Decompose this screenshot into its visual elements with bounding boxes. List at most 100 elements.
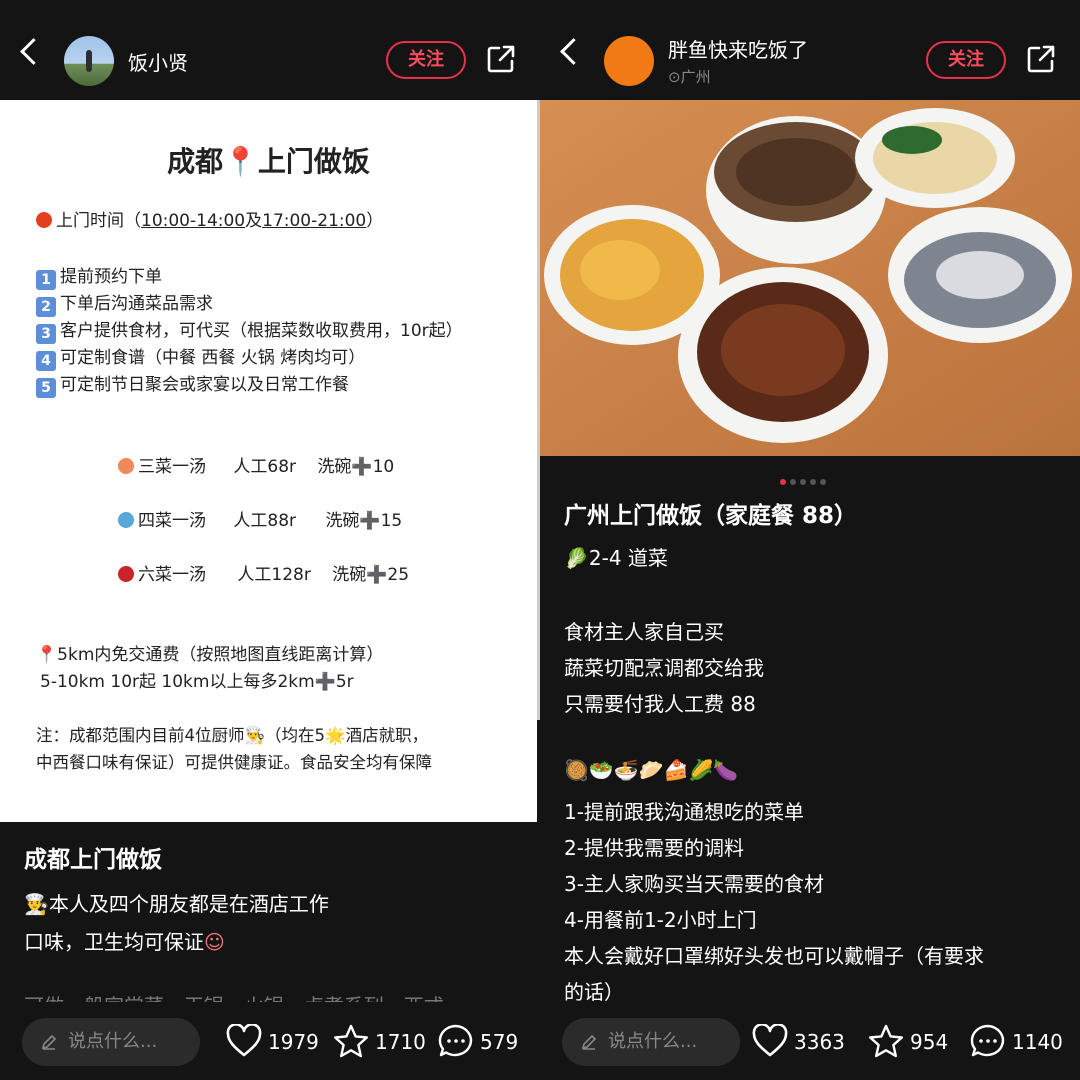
- share-icon[interactable]: [486, 44, 516, 74]
- comment-count: 1140: [1012, 1030, 1063, 1054]
- comment-input[interactable]: 说点什么...: [22, 1018, 200, 1066]
- pin-icon: 📍: [36, 645, 58, 665]
- caption-line: 口味，卫生均可保证☺: [24, 926, 225, 955]
- fish-icon: [118, 512, 134, 528]
- left-post-panel: 饭小贤 关注 成都📍上门做饭 上门时间（10:00-14:00及17:00-21…: [0, 0, 540, 1080]
- follow-button[interactable]: 关注: [386, 41, 466, 79]
- caption-text: 口味，卫生均可保证: [24, 930, 204, 954]
- keycap-1-icon: 1: [36, 270, 56, 290]
- comment-placeholder: 说点什么...: [608, 1031, 698, 1052]
- like-count: 3363: [794, 1030, 845, 1054]
- package-name: 三菜一汤: [138, 457, 206, 477]
- info-poster-image: 成都📍上门做饭 上门时间（10:00-14:00及17:00-21:00） 1提…: [0, 100, 537, 822]
- comment-button[interactable]: 1140: [970, 1022, 1070, 1062]
- step-line: 本人会戴好口罩绑好头发也可以戴帽子（有要求: [564, 944, 984, 968]
- step-line: 2-提供我需要的调料: [564, 836, 744, 860]
- avatar[interactable]: [64, 36, 114, 86]
- comment-count: 579: [480, 1030, 519, 1054]
- leafy-green-icon: 🥬: [564, 546, 589, 570]
- heart-icon: [752, 1024, 788, 1057]
- back-icon[interactable]: [560, 38, 587, 65]
- pencil-icon: [41, 1034, 57, 1050]
- username[interactable]: 饭小贤: [128, 47, 188, 76]
- hours-mid: 及: [245, 211, 263, 231]
- carousel-dot[interactable]: [780, 479, 786, 485]
- star-icon: [869, 1024, 903, 1058]
- keycap-2-icon: 2: [36, 297, 56, 317]
- step-item: 2 下单后沟通菜品需求: [36, 289, 213, 317]
- comment-placeholder: 说点什么...: [68, 1031, 158, 1052]
- dishes-line: 🥬2-4 道菜: [564, 542, 668, 571]
- right-post-panel: 胖鱼快来吃饭了 ⊙广州 关注 广州上门做饭（家庭餐 88） 🥬2-4 道菜 食材…: [540, 0, 1080, 1080]
- step-item: 5 可定制节日聚会或家宴以及日常工作餐: [36, 370, 349, 398]
- meat-icon: [118, 566, 134, 582]
- hours-prefix: 上门时间（: [56, 211, 141, 231]
- hours-lunch: 10:00-14:00: [141, 211, 246, 231]
- carousel-dot[interactable]: [800, 479, 806, 485]
- keycap-5-icon: 5: [36, 378, 56, 398]
- step-item: 3 客户提供食材，可代买（根据菜数收取费用，10r起）: [36, 316, 463, 344]
- note-line: 中西餐口味有保证）可提供健康证。食品安全均有保障: [36, 753, 432, 772]
- carousel-dot[interactable]: [790, 479, 796, 485]
- package-labor: 人工88r: [233, 511, 297, 531]
- header-bar: 胖鱼快来吃饭了 ⊙广州 关注: [540, 0, 1080, 100]
- service-hours: 上门时间（10:00-14:00及17:00-21:00）: [36, 206, 383, 231]
- food-photo[interactable]: [540, 100, 1080, 456]
- back-icon[interactable]: [20, 38, 47, 65]
- carousel-dot[interactable]: [810, 479, 816, 485]
- package-row: 四菜一汤 人工88r 洗碗➕15: [118, 506, 402, 531]
- step-line: 1-提前跟我沟通想吃的菜单: [564, 800, 804, 824]
- step-line: 3-主人家购买当天需要的食材: [564, 872, 824, 896]
- step-text: 下单后沟通菜品需求: [60, 294, 213, 314]
- location-text: 广州: [680, 68, 711, 86]
- travel-fee-line: 5-10km 10r起 10km以上每多2km➕5r: [40, 672, 354, 692]
- location-label: ⊙广州: [668, 66, 711, 87]
- carousel-indicator: [780, 470, 840, 485]
- caption-text: 本人及四个朋友都是在酒店工作: [48, 892, 329, 916]
- step-text: 可定制节日聚会或家宴以及日常工作餐: [60, 375, 349, 395]
- collect-count: 1710: [375, 1030, 426, 1054]
- step-item: 1 提前预约下单: [36, 262, 162, 290]
- step-text: 可定制食谱（中餐 西餐 火锅 烤肉均可）: [60, 348, 366, 368]
- comment-icon: [970, 1024, 1005, 1057]
- post-title: 成都上门做饭: [24, 847, 162, 873]
- poster-title: 成都📍上门做饭: [167, 145, 370, 178]
- shrimp-icon: [118, 458, 134, 474]
- header-bar: 饭小贤 关注: [0, 0, 540, 100]
- comment-input[interactable]: 说点什么...: [562, 1018, 740, 1066]
- body-line: 只需要付我人工费 88: [564, 692, 756, 716]
- carousel-dot[interactable]: [820, 479, 826, 485]
- step-text: 提前预约下单: [60, 267, 162, 287]
- like-count: 1979: [268, 1030, 319, 1054]
- package-wash: 洗碗➕15: [325, 511, 403, 531]
- like-button[interactable]: 3363: [752, 1022, 852, 1062]
- follow-button[interactable]: 关注: [926, 41, 1006, 79]
- package-row: 六菜一汤 人工128r 洗碗➕25: [118, 560, 409, 585]
- dishes-illustration: [540, 100, 1080, 456]
- avatar[interactable]: [604, 36, 654, 86]
- tomato-icon: [36, 212, 52, 228]
- caption-line: 👨‍🍳本人及四个朋友都是在酒店工作: [24, 888, 329, 917]
- package-wash: 洗碗➕10: [317, 457, 395, 477]
- hours-dinner: 17:00-21:00: [262, 211, 367, 231]
- keycap-4-icon: 4: [36, 351, 56, 371]
- step-line: 4-用餐前1-2小时上门: [564, 908, 757, 932]
- collect-button[interactable]: 954: [868, 1022, 958, 1062]
- share-icon[interactable]: [1026, 44, 1056, 74]
- chef-icon: 👨‍🍳: [24, 892, 49, 916]
- comment-button[interactable]: 579: [438, 1022, 530, 1062]
- body-line: 蔬菜切配烹调都交给我: [564, 656, 764, 680]
- food-emoji-row: 🥘🥗🍜🥟🍰🌽🍆: [564, 758, 739, 782]
- bottom-action-bar: 说点什么... 1979 1710 579: [0, 1002, 540, 1080]
- package-labor: 人工128r: [237, 565, 311, 585]
- travel-fee-text: 5km内免交通费（按照地图直线距离计算）: [57, 645, 384, 665]
- dishes-text: 2-4 道菜: [588, 546, 668, 570]
- pencil-icon: [581, 1034, 597, 1050]
- heart-icon: [226, 1024, 262, 1057]
- like-button[interactable]: 1979: [226, 1022, 319, 1062]
- collect-button[interactable]: 1710: [333, 1022, 426, 1062]
- step-item: 4 可定制食谱（中餐 西餐 火锅 烤肉均可）: [36, 343, 365, 371]
- username[interactable]: 胖鱼快来吃饭了: [668, 34, 808, 63]
- note-line: 注：成都范围内目前4位厨师👨‍🍳（均在5🌟酒店就职，: [36, 726, 429, 745]
- package-row: 三菜一汤 人工68r 洗碗➕10: [118, 452, 394, 477]
